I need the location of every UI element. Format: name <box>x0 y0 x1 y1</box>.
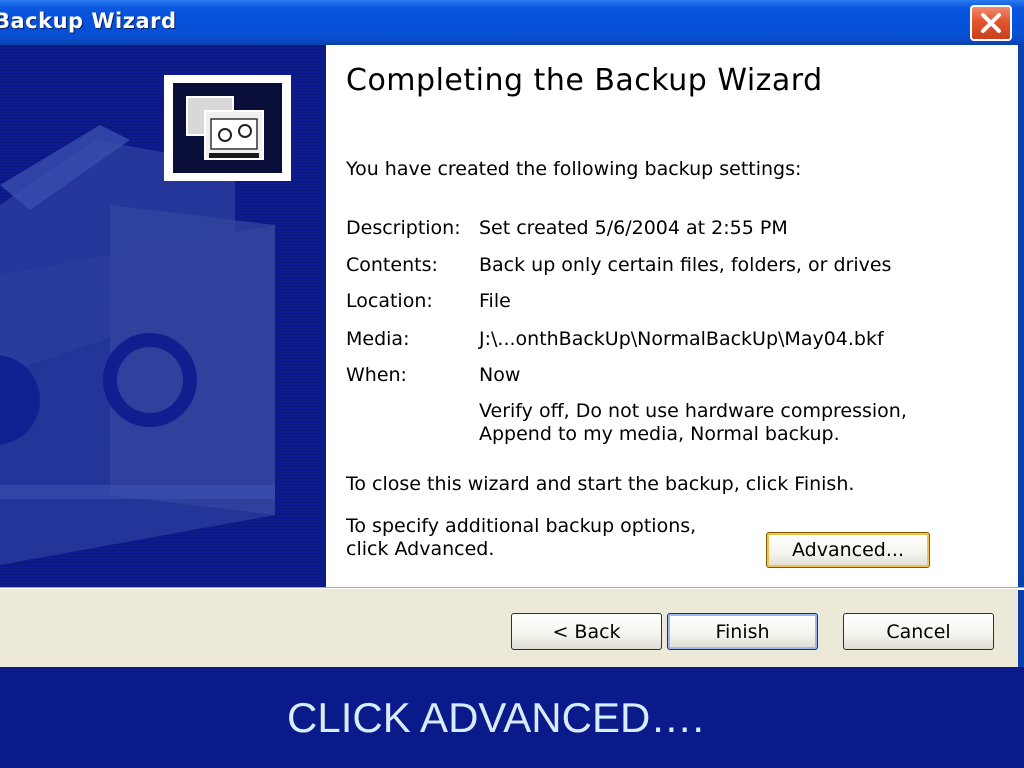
setting-options-line1: Verify off, Do not use hardware compress… <box>479 400 907 422</box>
setting-label-contents: Contents: <box>346 254 438 276</box>
page-title: Completing the Backup Wizard <box>346 63 823 98</box>
cancel-button[interactable]: Cancel <box>843 613 994 650</box>
finish-hint: To close this wizard and start the backu… <box>346 473 855 495</box>
setting-label-media: Media: <box>346 328 410 350</box>
advanced-hint-line2: click Advanced. <box>346 538 495 560</box>
setting-value-description: Set created 5/6/2004 at 2:55 PM <box>479 217 788 239</box>
setting-label-location: Location: <box>346 290 433 312</box>
close-icon <box>981 13 1001 33</box>
backup-logo <box>164 75 291 181</box>
finish-button[interactable]: Finish <box>667 613 818 650</box>
setting-options-line2: Append to my media, Normal backup. <box>479 423 840 445</box>
setting-value-location: File <box>479 290 511 312</box>
wizard-button-bar: < Back Finish Cancel <box>0 589 1018 667</box>
backup-tape-icon <box>186 96 264 160</box>
close-button[interactable] <box>970 5 1012 41</box>
wizard-content: Completing the Backup Wizard You have cr… <box>326 45 1024 587</box>
advanced-hint: To specify additional backup options, cl… <box>346 515 696 561</box>
settings-intro: You have created the following backup se… <box>346 158 802 180</box>
window-title: Backup Wizard <box>0 9 177 33</box>
setting-value-media: J:\...onthBackUp\NormalBackUp\May04.bkf <box>479 328 884 350</box>
advanced-hint-line1: To specify additional backup options, <box>346 515 697 537</box>
window-right-border <box>1018 45 1024 667</box>
advanced-button[interactable]: Advanced... <box>766 532 930 568</box>
caption-text: CLICK ADVANCED…. <box>287 694 704 741</box>
instruction-caption: CLICK ADVANCED…. <box>0 668 1024 768</box>
setting-value-contents: Back up only certain files, folders, or … <box>479 254 892 276</box>
setting-value-when: Now <box>479 364 521 386</box>
setting-label-description: Description: <box>346 217 461 239</box>
title-bar[interactable]: Backup Wizard <box>0 0 1024 45</box>
setting-label-when: When: <box>346 364 407 386</box>
wizard-side-panel <box>0 45 326 587</box>
back-button[interactable]: < Back <box>511 613 662 650</box>
